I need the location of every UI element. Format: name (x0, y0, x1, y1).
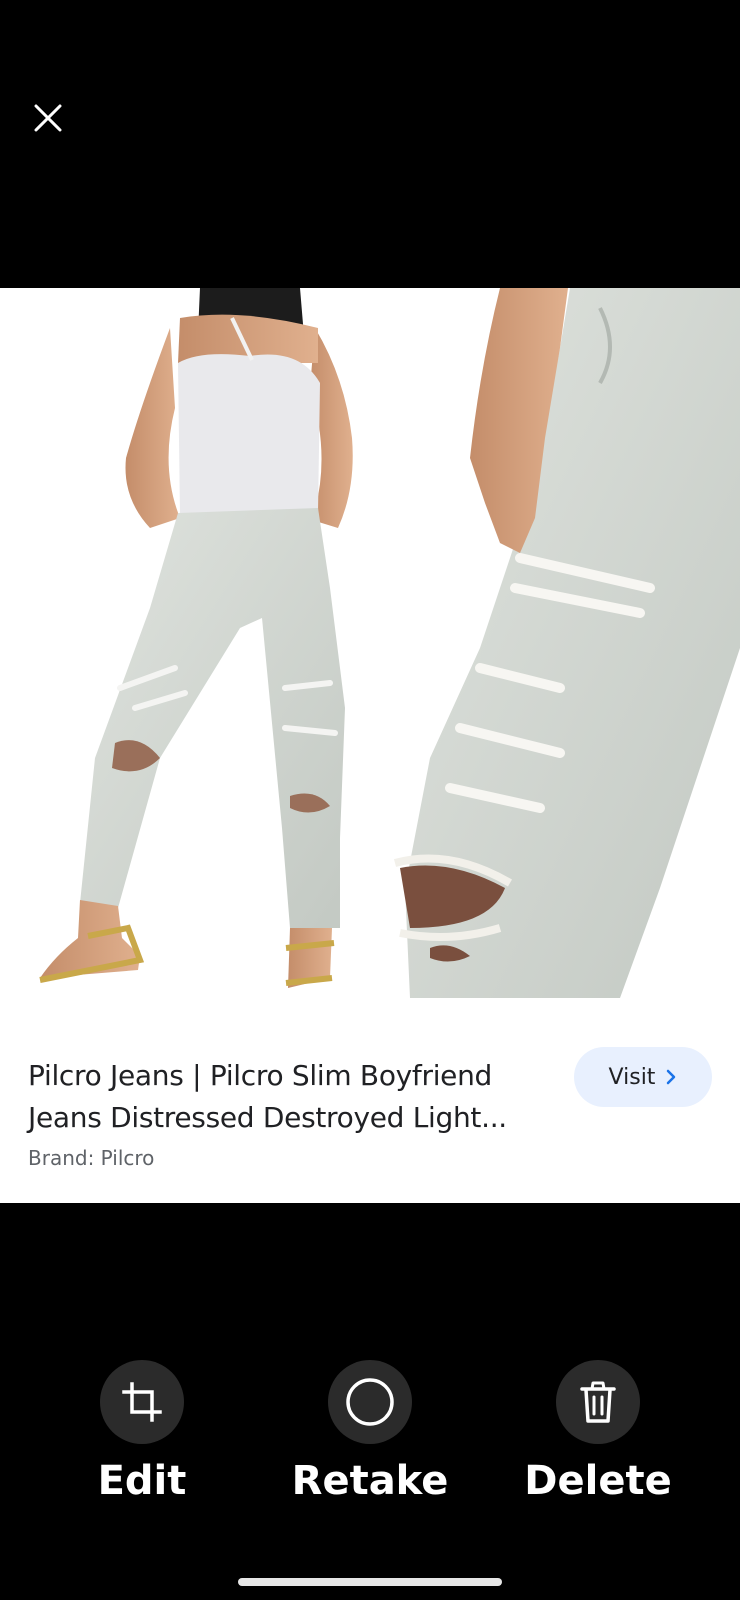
brand-label: Brand: Pilcro (28, 1146, 155, 1170)
result-info: Pilcro Jeans | Pilcro Slim Boyfriend Jea… (0, 1015, 740, 1203)
edit-icon-circle (100, 1360, 184, 1444)
close-button[interactable] (26, 96, 70, 140)
product-title[interactable]: Pilcro Jeans | Pilcro Slim Boyfriend Jea… (28, 1055, 548, 1139)
chevron-right-icon (667, 1069, 676, 1085)
search-result-card[interactable]: Pilcro Jeans | Pilcro Slim Boyfriend Jea… (0, 288, 740, 1203)
trash-icon (580, 1381, 616, 1423)
close-icon (34, 104, 62, 132)
product-photo[interactable] (0, 288, 740, 1015)
retake-button[interactable]: Retake (260, 1360, 480, 1504)
delete-icon-circle (556, 1360, 640, 1444)
shutter-circle-icon (346, 1378, 394, 1426)
delete-label: Delete (524, 1458, 672, 1504)
edit-label: Edit (97, 1458, 187, 1504)
crop-icon (122, 1382, 162, 1422)
delete-button[interactable]: Delete (488, 1360, 708, 1504)
visit-label: Visit (608, 1064, 656, 1090)
edit-button[interactable]: Edit (32, 1360, 252, 1504)
bottom-action-bar: Edit Retake Delete (0, 1360, 740, 1520)
retake-icon-circle (328, 1360, 412, 1444)
visit-button[interactable]: Visit (574, 1047, 712, 1107)
home-indicator[interactable] (238, 1578, 502, 1586)
retake-label: Retake (291, 1458, 449, 1504)
